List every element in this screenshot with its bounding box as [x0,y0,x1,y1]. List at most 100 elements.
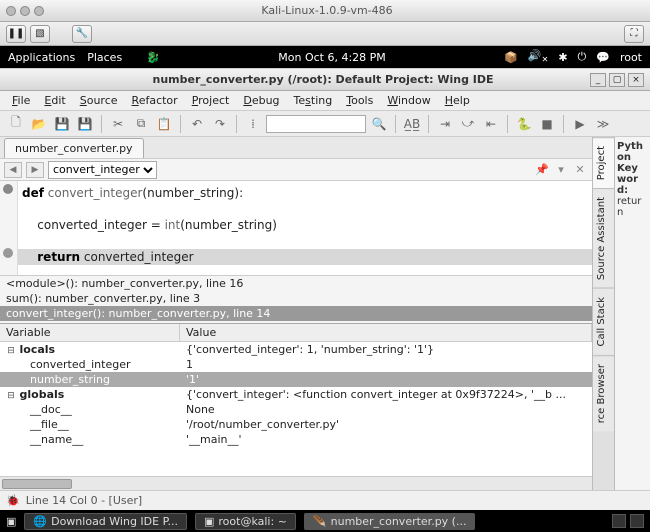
menu-testing[interactable]: Testing [288,92,339,109]
save-icon[interactable]: 💾 [52,114,72,134]
window-titlebar[interactable]: number_converter.py (/root): Default Pro… [0,69,650,91]
run-icon[interactable]: ▶ [570,114,590,134]
statusbar: 🐞 Line 14 Col 0 - [User] [0,490,650,510]
more-icon[interactable]: ≫ [593,114,613,134]
var-row[interactable]: __file__ '/root/number_converter.py' [0,417,592,432]
volume-icon[interactable]: 🔊✕ [528,49,548,64]
save-all-icon[interactable]: 💾 [75,114,95,134]
fullscreen-button[interactable]: ⛶ [624,25,644,43]
task-item[interactable]: ▣root@kali: ~ [195,513,296,530]
menu-edit[interactable]: Edit [38,92,71,109]
applications-menu[interactable]: Applications [8,51,75,64]
options-icon[interactable]: ▾ [553,162,569,178]
step-over-icon[interactable]: ⤻ [458,114,478,134]
nav-back-icon[interactable]: ◀ [4,162,22,178]
settings-button[interactable]: 🔧 [72,25,92,43]
menu-help[interactable]: Help [439,92,476,109]
stack-frame-selected[interactable]: convert_integer(): number_converter.py, … [0,306,592,321]
show-desktop-icon[interactable]: ▣ [6,515,16,528]
bug-icon[interactable]: 🐞 [6,494,20,507]
cut-icon[interactable]: ✂ [108,114,128,134]
value-header[interactable]: Value [180,324,592,341]
undo-icon[interactable]: ↶ [187,114,207,134]
kali-taskbar: ▣ 🌐Download Wing IDE P... ▣root@kali: ~ … [0,510,650,532]
variables-panel: Variable Value ⊟ locals {'converted_inte… [0,324,592,490]
power-icon[interactable]: ⏻ [578,50,587,64]
keyword-value: return [617,196,648,218]
search-input[interactable] [266,115,366,133]
python-icon[interactable]: 🐍 [514,114,534,134]
indent-icon[interactable]: A̲B̲ [402,114,422,134]
kali-panel: Applications Places 🐉 Mon Oct 6, 4:28 PM… [0,46,650,68]
zoom-dot[interactable] [34,6,44,16]
tab-call-stack[interactable]: Call Stack [593,288,614,355]
user-label[interactable]: root [620,51,642,64]
code-editor[interactable]: def convert_integer(number_string): conv… [0,181,592,276]
search-icon[interactable]: 🔍 [369,114,389,134]
bluetooth-icon[interactable]: ✱ [558,51,567,64]
vm-toolbar: ❚❚ ▧ 🔧 ⛶ [0,22,650,46]
nav-fwd-icon[interactable]: ▶ [26,162,44,178]
maximize-button[interactable]: ▢ [609,73,625,87]
menu-file[interactable]: FFileile [6,92,36,109]
close-dot[interactable] [6,6,16,16]
tab-rce-browser[interactable]: rce Browser [593,355,614,431]
minimize-dot[interactable] [20,6,30,16]
copy-icon[interactable]: ⧉ [131,114,151,134]
menu-window[interactable]: Window [381,92,436,109]
menu-refactor[interactable]: Refactor [126,92,184,109]
file-tab-active[interactable]: number_converter.py [4,138,144,158]
paste-icon[interactable]: 📋 [154,114,174,134]
minimize-button[interactable]: _ [590,73,606,87]
new-file-icon[interactable]: 🗋 [6,114,26,134]
stack-frame[interactable]: <module>(): number_converter.py, line 16 [0,276,592,291]
main-toolbar: 🗋 📂 💾 💾 ✂ ⧉ 📋 ↶ ↷ ⁞ 🔍 A̲B̲ ⇥ ⤻ ⇤ 🐍 ■ ▶ ≫ [0,111,650,137]
redo-icon[interactable]: ↷ [210,114,230,134]
vm-host-titlebar: Kali-Linux-1.0.9-vm-486 [0,0,650,22]
task-item-active[interactable]: 🪶number_converter.py (... [304,513,476,530]
tab-source-assistant[interactable]: Source Assistant [593,188,614,288]
menu-source[interactable]: Source [74,92,124,109]
keyword-panel: PythonKeyword: return [614,137,650,490]
var-row-selected[interactable]: number_string '1' [0,372,592,387]
horizontal-scrollbar[interactable] [0,476,592,490]
stack-frame[interactable]: sum(): number_converter.py, line 3 [0,291,592,306]
places-menu[interactable]: Places [87,51,122,64]
workspace-2-icon[interactable] [630,514,644,528]
stop-icon[interactable]: ■ [537,114,557,134]
workspace-1-icon[interactable] [612,514,626,528]
keyword-title: PythonKeyword: [617,141,648,196]
variable-header[interactable]: Variable [0,324,180,341]
chat-icon[interactable]: 💬 [596,51,610,64]
function-selector[interactable]: convert_integer [48,161,157,179]
breakpoint-icon[interactable] [3,248,13,258]
pause-button[interactable]: ❚❚ [6,25,26,43]
step-in-icon[interactable]: ⇥ [435,114,455,134]
goto-icon[interactable]: ⁞ [243,114,263,134]
menu-tools[interactable]: Tools [340,92,379,109]
tab-project[interactable]: Project [593,137,614,188]
function-bar: ◀ ▶ convert_integer 📌 ▾ ✕ [0,159,592,181]
close-button[interactable]: × [628,73,644,87]
media-icon[interactable]: 📦 [504,51,518,64]
pin-icon[interactable]: 📌 [534,162,550,178]
fold-marker-icon[interactable] [3,184,13,194]
kali-logo-icon[interactable]: 🐉 [146,51,160,64]
var-row[interactable]: __name__ '__main__' [0,432,592,447]
var-row-locals[interactable]: ⊟ locals {'converted_integer': 1, 'numbe… [0,342,592,357]
wing-ide-window: number_converter.py (/root): Default Pro… [0,68,650,510]
snapshot-button[interactable]: ▧ [30,25,50,43]
var-row[interactable]: converted_integer 1 [0,357,592,372]
var-row-globals[interactable]: ⊟ globals {'convert_integer': <function … [0,387,592,402]
close-editor-icon[interactable]: ✕ [572,162,588,178]
status-text: Line 14 Col 0 - [User] [26,494,143,507]
task-item[interactable]: 🌐Download Wing IDE P... [24,513,187,530]
step-out-icon[interactable]: ⇤ [481,114,501,134]
clock[interactable]: Mon Oct 6, 4:28 PM [278,51,386,64]
open-icon[interactable]: 📂 [29,114,49,134]
scrollbar-thumb[interactable] [2,479,72,489]
var-row[interactable]: __doc__ None [0,402,592,417]
call-stack-panel[interactable]: <module>(): number_converter.py, line 16… [0,276,592,324]
menu-debug[interactable]: Debug [237,92,285,109]
menu-project[interactable]: Project [186,92,236,109]
